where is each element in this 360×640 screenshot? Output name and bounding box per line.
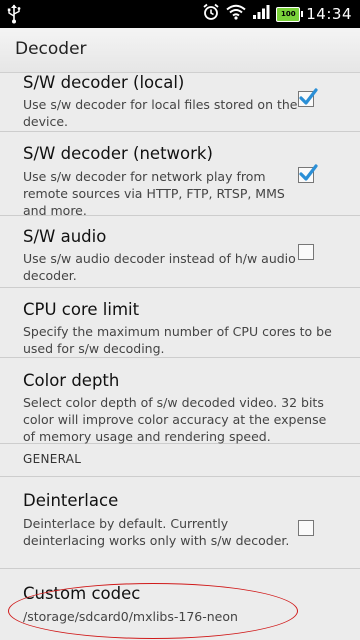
section-label: GENERAL [23, 452, 82, 466]
pref-summary: Deinterlace by default. Currently deinte… [23, 516, 290, 548]
pref-deinterlace[interactable]: Deinterlace Deinterlace by default. Curr… [0, 477, 360, 569]
action-bar: Decoder [0, 28, 360, 73]
pref-summary: /storage/sdcard0/mxlibs-176-neon [23, 609, 238, 624]
pref-title: S/W decoder (local) [23, 73, 185, 92]
alarm-icon [202, 3, 220, 25]
pref-title: Deinterlace [23, 491, 119, 510]
pref-custom-codec[interactable]: Custom codec /storage/sdcard0/mxlibs-176… [0, 569, 360, 639]
checkbox-deinterlace[interactable] [298, 520, 314, 536]
pref-title: S/W decoder (network) [23, 144, 213, 163]
battery-icon: 100 [276, 6, 304, 22]
battery-level: 100 [280, 9, 296, 18]
pref-summary: Select color depth of s/w decoded video.… [23, 395, 327, 444]
checkbox-sw-decoder-network[interactable] [298, 164, 318, 183]
pref-summary: Use s/w audio decoder instead of h/w aud… [23, 251, 296, 283]
pref-sw-decoder-local[interactable]: S/W decoder (local) Use s/w decoder for … [0, 73, 360, 132]
pref-cpu-core-limit[interactable]: CPU core limit Specify the maximum numbe… [0, 288, 360, 358]
wifi-icon [226, 4, 246, 24]
pref-sw-audio[interactable]: S/W audio Use s/w audio decoder instead … [0, 216, 360, 288]
pref-title: S/W audio [23, 227, 107, 246]
pref-title: Custom codec [23, 584, 141, 603]
pref-title: CPU core limit [23, 300, 140, 319]
page-title: Decoder [15, 39, 87, 59]
pref-summary: Use s/w decoder for network play from re… [23, 169, 285, 218]
checkbox-sw-decoder-local[interactable] [298, 88, 318, 107]
status-bar: 100 14:34 [0, 0, 360, 28]
pref-sw-decoder-network[interactable]: S/W decoder (network) Use s/w decoder fo… [0, 132, 360, 218]
preferences-list: S/W decoder (local) Use s/w decoder for … [0, 73, 360, 639]
pref-summary: Specify the maximum number of CPU cores … [23, 324, 332, 356]
section-header-general: GENERAL [0, 444, 360, 477]
usb-icon [6, 4, 22, 24]
pref-summary: Use s/w decoder for local files stored o… [23, 97, 298, 129]
status-icons: 100 14:34 [202, 0, 352, 28]
clock: 14:34 [306, 5, 352, 23]
pref-color-depth[interactable]: Color depth Select color depth of s/w de… [0, 358, 360, 444]
checkbox-sw-audio[interactable] [298, 244, 314, 260]
check-icon [299, 88, 318, 105]
signal-icon [252, 4, 270, 24]
check-icon [299, 164, 318, 181]
pref-title: Color depth [23, 371, 120, 390]
